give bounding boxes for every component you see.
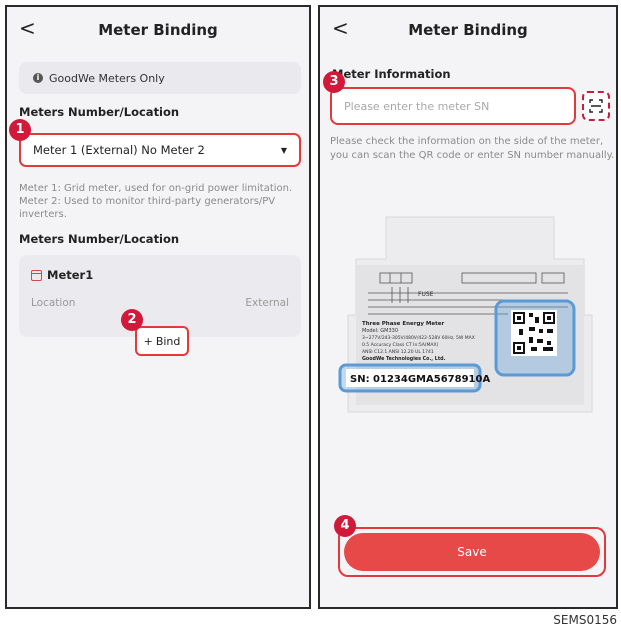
bind-label: Bind: [155, 334, 181, 348]
right-screen: < Meter Binding Meter Information Please…: [318, 5, 618, 609]
step-marker-4: 4: [334, 515, 356, 537]
device-spec3: ANSI C12.1 ANSI 12.20 UL 1741: [362, 349, 434, 355]
device-product: Three Phase Energy Meter: [362, 321, 444, 327]
section-heading-meter-info: Meter Information: [332, 67, 451, 81]
meter-card: Meter1 Location External: [19, 255, 301, 337]
plus-icon: +: [143, 334, 153, 348]
device-sn: SN: 01234GMA5678910A: [350, 374, 490, 385]
save-button[interactable]: Save: [344, 533, 600, 571]
section-heading-meters: Meters Number/Location: [19, 105, 180, 119]
meter-icon: [31, 269, 42, 281]
meter-location-select[interactable]: Meter 1 (External) No Meter 2 ▼: [19, 133, 301, 167]
page-title: Meter Binding: [98, 21, 218, 39]
figure-code: SEMS0156: [553, 613, 617, 627]
step-marker-3: 3: [323, 71, 345, 93]
meter-card-title: Meter1: [31, 268, 93, 282]
location-label: Location: [31, 297, 76, 309]
scan-icon: [589, 99, 603, 113]
meter-device-image: FUSE Three Phase Energy Meter Model: GM3…: [338, 216, 593, 413]
meter-description: Meter 1: Grid meter, used for on-grid po…: [19, 183, 293, 220]
meter-name: Meter1: [47, 268, 94, 282]
device-spec1: 3~277V/243-305V/480V/422-528V 60Hz, 5W M…: [362, 335, 475, 341]
sn-placeholder: Please enter the meter SN: [344, 99, 490, 113]
step-marker-2: 2: [121, 309, 143, 331]
info-banner: i GoodWe Meters Only: [19, 62, 301, 94]
scan-qr-button[interactable]: [582, 91, 610, 121]
section-heading-meters-2: Meters Number/Location: [19, 232, 180, 246]
select-value: Meter 1 (External) No Meter 2: [33, 143, 205, 157]
device-company: GoodWe Technologies Co., Ltd.: [362, 356, 446, 362]
left-screen: < Meter Binding i GoodWe Meters Only Met…: [5, 5, 311, 609]
fuse-label: FUSE: [418, 291, 434, 298]
sn-hint: Please check the information on the side…: [330, 136, 615, 161]
step-marker-1: 1: [9, 119, 31, 141]
meter-sn-input[interactable]: Please enter the meter SN: [330, 87, 576, 125]
qr-code-icon: [511, 310, 557, 356]
save-button-outline: Save: [338, 527, 606, 577]
bind-button[interactable]: + Bind: [135, 326, 189, 356]
dropdown-caret-icon: ▼: [280, 145, 287, 155]
page-title: Meter Binding: [408, 21, 528, 39]
location-value: External: [245, 297, 289, 309]
info-icon: i: [33, 73, 43, 83]
device-spec2: 0.5 Accuracy Class CT In:5A(MAX): [362, 342, 439, 348]
info-text: GoodWe Meters Only: [49, 71, 165, 85]
device-model: Model: GM330: [362, 328, 398, 334]
